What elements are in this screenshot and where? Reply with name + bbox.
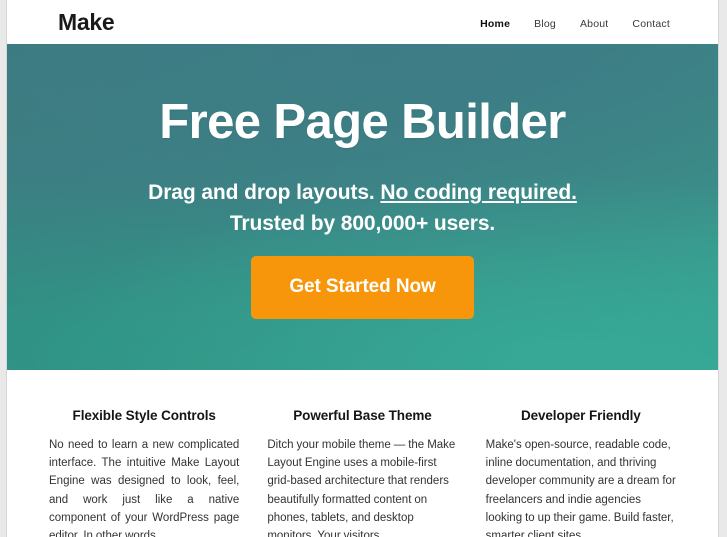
primary-navigation: Home Blog About Contact — [480, 18, 670, 30]
hero-title: Free Page Builder — [159, 95, 566, 149]
nav-link-blog[interactable]: Blog — [534, 18, 556, 30]
feature-title: Powerful Base Theme — [293, 408, 432, 423]
site-logo[interactable]: Make — [58, 9, 115, 36]
get-started-button[interactable]: Get Started Now — [251, 256, 474, 319]
site-canvas: Make Home Blog About Contact Free Page B… — [6, 0, 719, 537]
feature-body: No need to learn a new complicated inter… — [49, 439, 240, 537]
page-root: Make Home Blog About Contact Free Page B… — [0, 0, 727, 537]
features-section: Flexible Style Controls No need to learn… — [7, 370, 718, 537]
hero-subtitle: Drag and drop layouts. No coding require… — [7, 177, 718, 239]
hero-content: Free Page Builder Drag and drop layouts.… — [7, 44, 718, 370]
nav-link-contact[interactable]: Contact — [632, 18, 670, 30]
hero-subtitle-line1-plain: Drag and drop layouts. — [148, 181, 381, 204]
hero-subtitle-line2: Trusted by 800,000+ users. — [229, 212, 496, 235]
feature-body: Ditch your mobile theme — the Make Layou… — [267, 439, 456, 537]
feature-body: Make's open-source, readable code, inlin… — [485, 439, 676, 537]
hero-subtitle-link[interactable]: No coding required. — [380, 181, 577, 204]
feature-title: Flexible Style Controls — [72, 408, 216, 423]
nav-link-about[interactable]: About — [580, 18, 608, 30]
feature-column-powerful-base-theme: Powerful Base Theme Ditch your mobile th… — [267, 370, 457, 537]
feature-column-flexible-style-controls: Flexible Style Controls No need to learn… — [49, 370, 239, 537]
site-header: Make Home Blog About Contact — [7, 0, 718, 44]
hero-banner: Free Page Builder Drag and drop layouts.… — [7, 44, 718, 370]
feature-title: Developer Friendly — [520, 408, 641, 423]
nav-link-home[interactable]: Home — [480, 18, 510, 30]
hero-cta-wrapper: Get Started Now — [7, 256, 718, 319]
feature-column-developer-friendly: Developer Friendly Make's open-source, r… — [486, 370, 676, 537]
